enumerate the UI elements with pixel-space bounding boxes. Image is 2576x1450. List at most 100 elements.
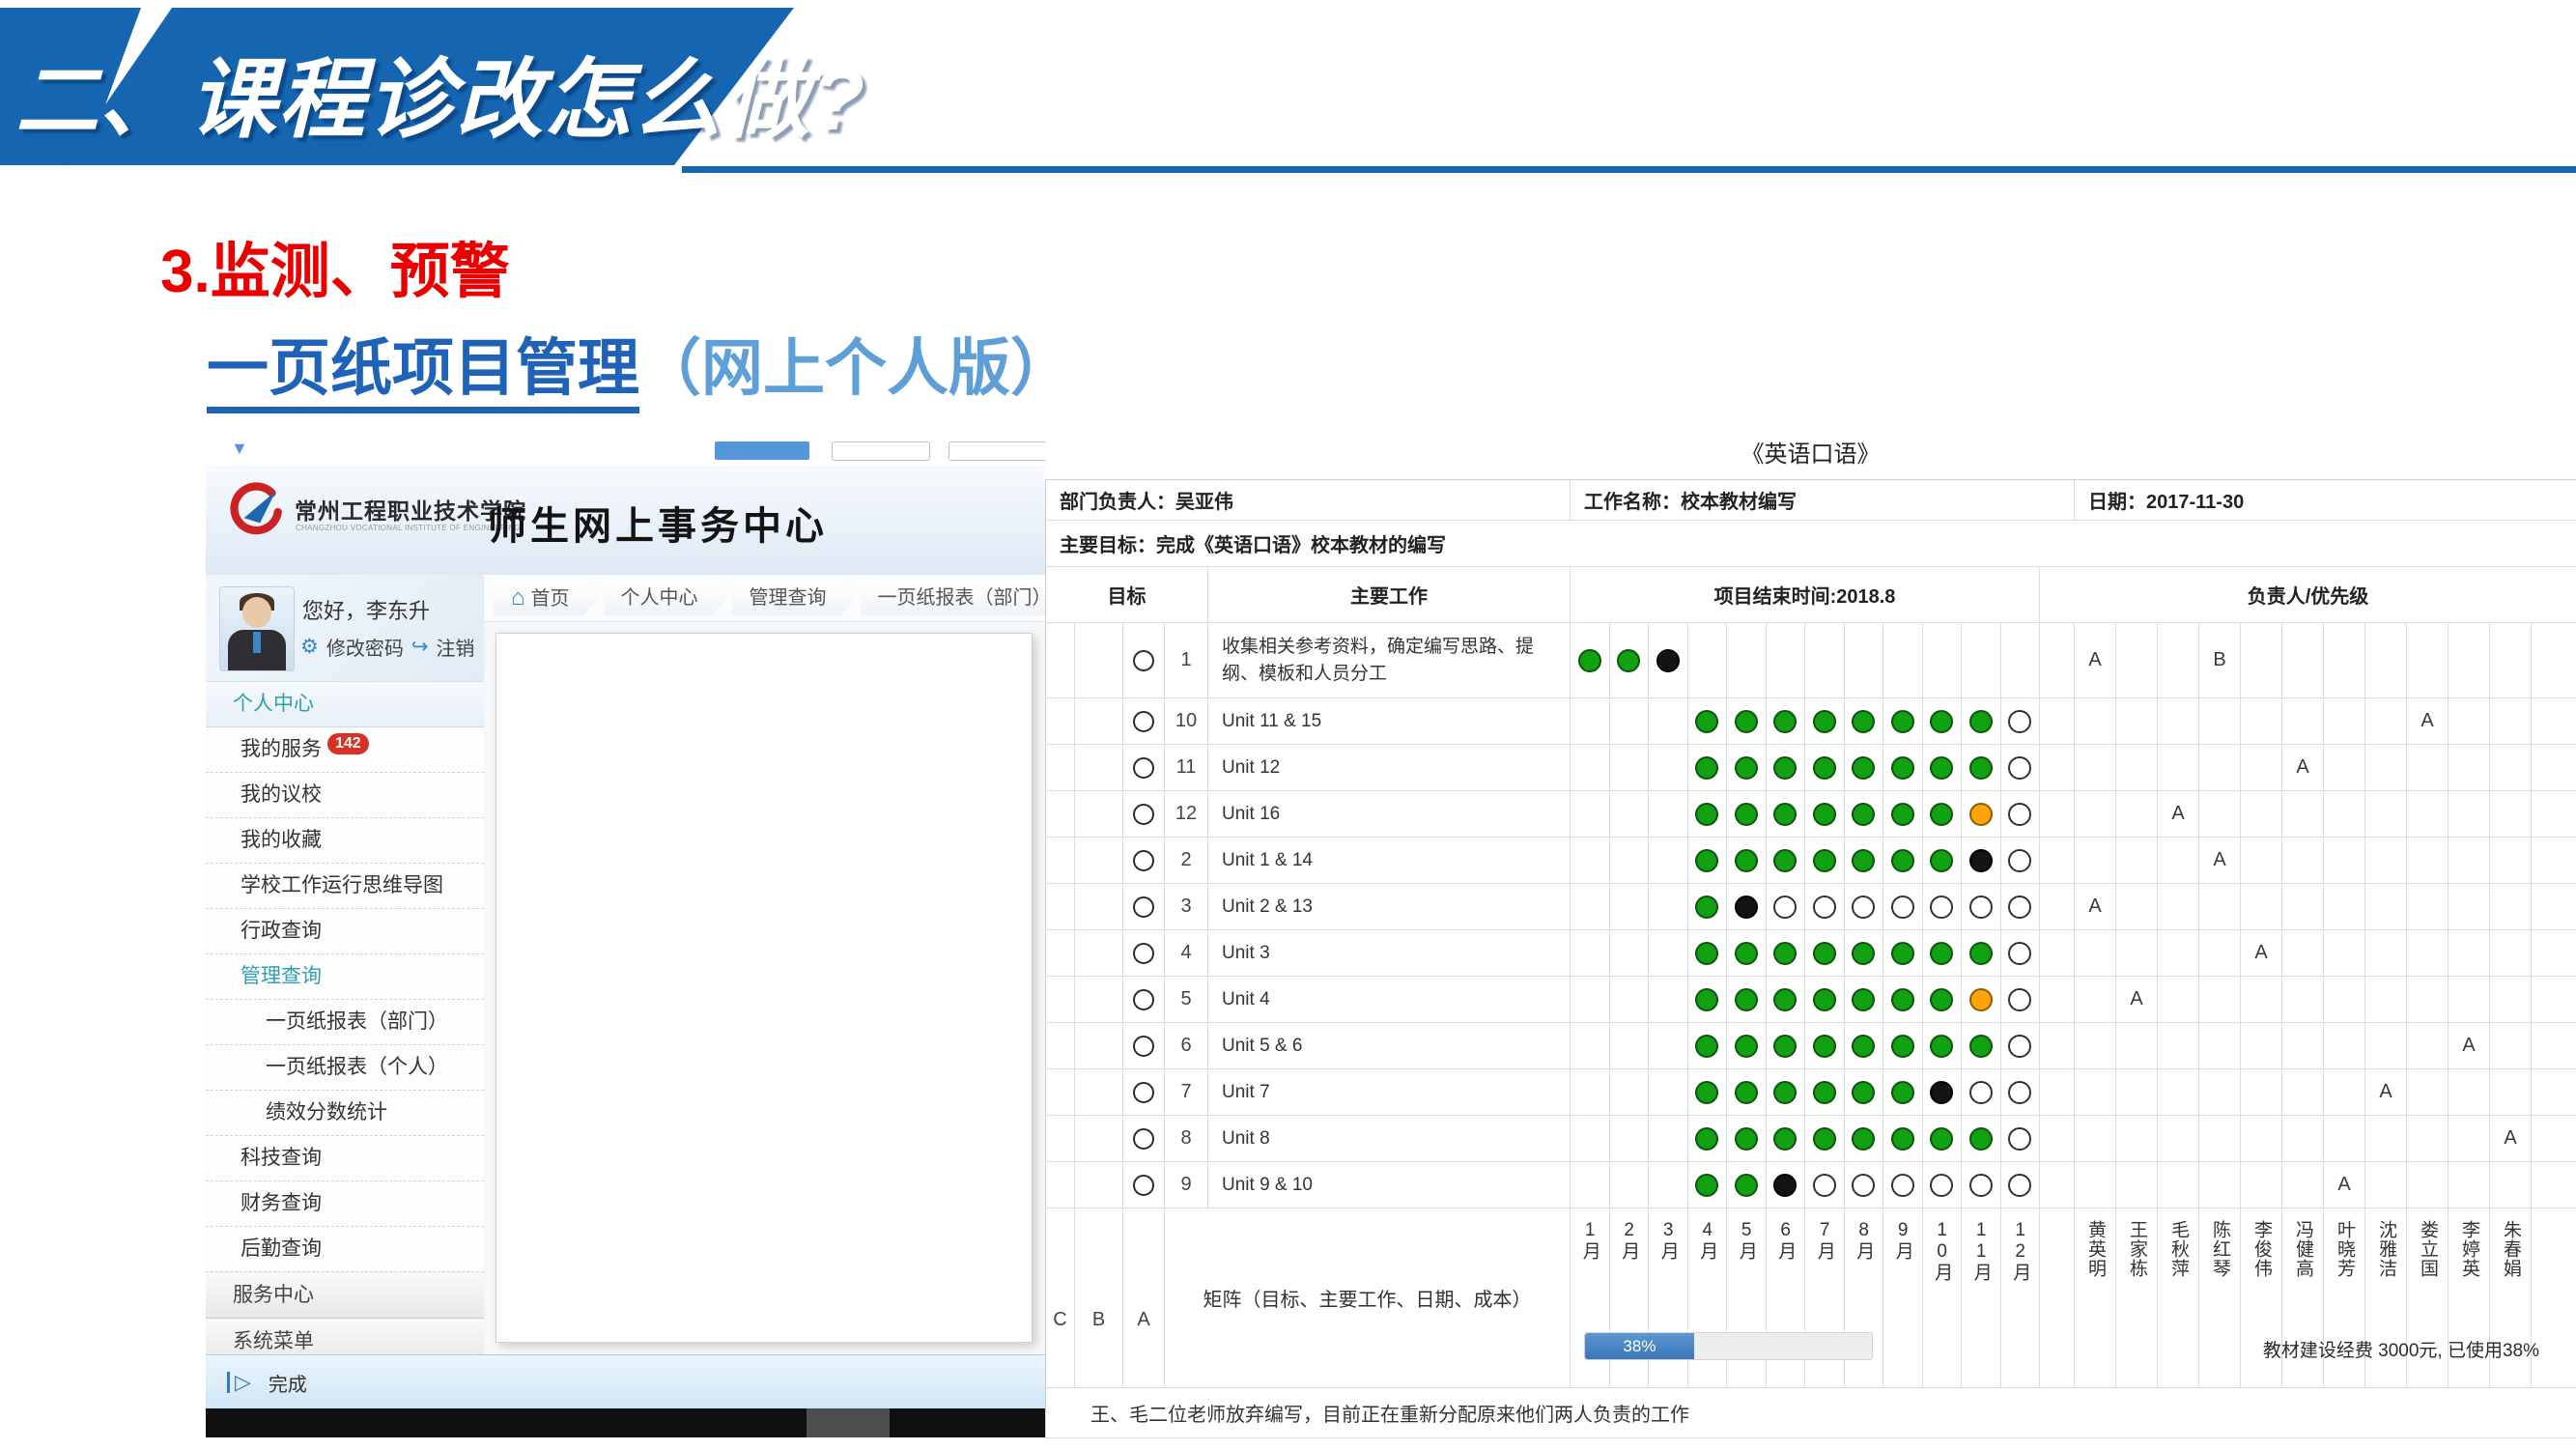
sidebar-item-8[interactable]: 一页纸报表（个人）: [206, 1045, 484, 1091]
breadcrumb-item-2[interactable]: 管理查询: [732, 581, 856, 615]
sidebar-item-11[interactable]: 财务查询: [206, 1181, 484, 1227]
cell-month-7: [1805, 930, 1845, 977]
cell-gap: [2040, 1162, 2075, 1208]
sidebar-item-0[interactable]: 个人中心: [206, 682, 484, 727]
progress-dot-green-done: [1695, 1127, 1718, 1151]
matrix-label: 矩阵（目标、主要工作、日期、成本）: [1165, 1208, 1571, 1388]
avatar: [219, 586, 295, 671]
cell-priority-沈雅洁: [2365, 977, 2407, 1023]
cell-priority-李俊伟: A: [2241, 930, 2282, 977]
cell-priority-毛秋萍: A: [2158, 791, 2199, 838]
sidebar-item-13[interactable]: 服务中心: [206, 1272, 484, 1319]
cell-month-4: [1688, 1069, 1728, 1116]
cell-month-2: [1610, 930, 1650, 977]
cell-priority-娄立国: [2407, 1162, 2449, 1208]
cell-month-2: [1610, 1116, 1650, 1162]
cell-month-8: [1845, 977, 1884, 1023]
progress-dot-green-done: [1617, 649, 1640, 672]
change-password-link[interactable]: 修改密码: [326, 633, 404, 661]
breadcrumb-item-3[interactable]: 一页纸报表（部门）: [861, 581, 1049, 615]
cell-month-3: [1649, 884, 1688, 930]
cell-month-3: [1649, 930, 1688, 977]
progress-dot-white-planned: [2008, 1081, 2031, 1104]
info-work-name: 工作名称：校本教材编写: [1571, 480, 2075, 521]
sidebar-item-3[interactable]: 我的收藏: [206, 818, 484, 864]
cell-month-9: [1883, 930, 1923, 977]
cell-priority-王家栋: [2116, 884, 2158, 930]
cell-priority-王家栋: [2116, 930, 2158, 977]
cell-priority-王家栋: [2116, 698, 2158, 745]
cell-month-10: [1923, 745, 1963, 791]
cell-month-8: [1845, 930, 1884, 977]
progress-dot-green-done: [1773, 1081, 1797, 1104]
cell-month-10: [1923, 884, 1963, 930]
toolbar-box-2[interactable]: [948, 441, 1048, 461]
cell-col-b: [1075, 623, 1123, 698]
month-label-cell: 8月: [1845, 1208, 1884, 1388]
cell-month-7: [1805, 1023, 1845, 1069]
cell-month-2: [1610, 745, 1650, 791]
cell-month-10: [1923, 1069, 1963, 1116]
progress-dot-green-done: [1695, 988, 1718, 1011]
sidebar-item-12[interactable]: 后勤查询: [206, 1227, 484, 1272]
cell-gap: [2040, 1069, 2075, 1116]
cell-target: [1123, 1162, 1165, 1208]
progress-dot-green-done: [1813, 849, 1836, 872]
sidebar-item-label: 我的服务: [241, 738, 322, 760]
cell-priority-李婷英: [2449, 1069, 2490, 1116]
cell-priority-沈雅洁: [2365, 791, 2407, 838]
cell-month-11: [1962, 791, 2001, 838]
cell-month-10: [1923, 1116, 1963, 1162]
sidebar-item-6[interactable]: 管理查询: [206, 954, 484, 1000]
cell-col-b: [1075, 838, 1123, 884]
cell-month-8: [1845, 884, 1884, 930]
toolbar-blue-button[interactable]: [715, 441, 809, 460]
person-cell: 陈红琴: [2199, 1208, 2241, 1388]
sidebar-item-label: 我的收藏: [241, 829, 322, 851]
progress-dot-green-done: [1773, 803, 1797, 826]
progress-dot-green-done: [1930, 710, 1953, 733]
month-label: 1月: [1580, 1220, 1599, 1261]
cell-sliver: [2532, 623, 2576, 698]
chevron-down-icon[interactable]: ▼: [231, 440, 248, 457]
progress-dot-green-done: [1852, 849, 1875, 872]
cell-priority-陈红琴: [2199, 977, 2241, 1023]
toolbar-box-1[interactable]: [832, 441, 930, 461]
logout-link[interactable]: 注销: [436, 633, 474, 661]
target-circle-icon: [1133, 757, 1154, 779]
cell-sliver: [2532, 977, 2576, 1023]
cell-month-12: [2001, 698, 2041, 745]
cell-priority-娄立国: [2407, 1069, 2449, 1116]
sidebar-item-9[interactable]: 绩效分数统计: [206, 1091, 484, 1136]
cell-priority-冯健高: [2282, 838, 2324, 884]
cell-month-2: [1610, 884, 1650, 930]
progress-dot-green-done: [1735, 710, 1758, 733]
video-timeline-bar[interactable]: [206, 1408, 1048, 1437]
cell-month-5: [1727, 930, 1767, 977]
cell-task-number: 2: [1165, 838, 1208, 884]
cell-priority-冯健高: [2282, 1162, 2324, 1208]
cell-task-number: 5: [1165, 977, 1208, 1023]
target-circle-icon: [1133, 804, 1154, 825]
cell-target: [1123, 1069, 1165, 1116]
progress-dot-green-done: [1813, 1035, 1836, 1058]
breadcrumb-item-0[interactable]: ⌂首页: [494, 581, 599, 615]
sidebar-item-4[interactable]: 学校工作运行思维导图: [206, 864, 484, 909]
cell-task-number: 1: [1165, 623, 1208, 698]
sidebar-item-10[interactable]: 科技查询: [206, 1136, 484, 1181]
breadcrumb-item-1[interactable]: 个人中心: [604, 581, 727, 615]
progress-dot-white-planned: [1852, 1174, 1875, 1197]
cell-col-c: [1046, 623, 1075, 698]
sidebar-item-7[interactable]: 一页纸报表（部门）: [206, 1000, 484, 1045]
content-area: ⌂首页个人中心管理查询一页纸报表（部门）: [484, 575, 1048, 1354]
sidebar-item-2[interactable]: 我的议校: [206, 773, 484, 818]
cell-priority-冯健高: [2282, 698, 2324, 745]
sidebar-item-1[interactable]: 我的服务142: [206, 727, 484, 773]
cell-task-name: Unit 9 & 10: [1208, 1162, 1571, 1208]
sidebar-item-5[interactable]: 行政查询: [206, 909, 484, 954]
cell-col-c: [1046, 838, 1075, 884]
cell-priority-王家栋: [2116, 838, 2158, 884]
cell-priority-娄立国: A: [2407, 698, 2449, 745]
cell-gap: [2040, 745, 2075, 791]
cell-month-2: [1610, 838, 1650, 884]
